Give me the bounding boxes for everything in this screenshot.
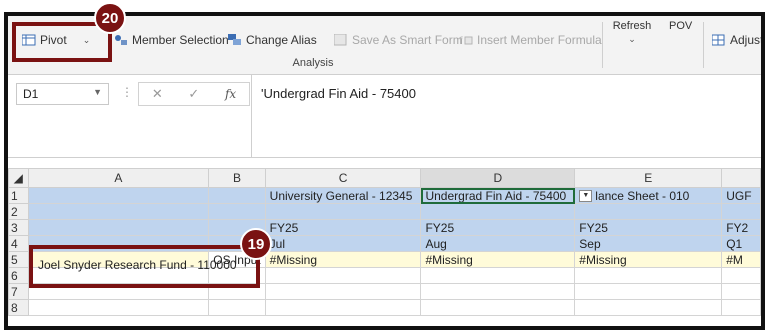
cell[interactable] [420,267,576,284]
cell[interactable]: #Missing [264,251,422,268]
row-header[interactable]: 2 [8,203,29,220]
formula-icon: f [459,34,473,47]
change-alias-button[interactable]: Change Alias [228,30,317,50]
cell[interactable]: #Missing [420,251,576,268]
callout-badge-20: 20 [94,2,126,34]
cell[interactable]: UGF [721,187,761,204]
name-box-value: D1 [23,87,39,101]
cell[interactable] [721,299,761,316]
cell[interactable]: #M [721,251,761,268]
cell[interactable]: FY25 [264,219,422,236]
member-selection-label: Member Selection [132,33,229,47]
cell[interactable]: Sep [574,235,723,252]
cell[interactable]: Aug [420,235,576,252]
name-box[interactable]: D1 ▼ [16,83,109,105]
column-header[interactable]: B [208,168,266,188]
table-row: 3 FY25 FY25 FY25 FY2 [8,219,761,236]
formula-buttons: ✕ ✓ fx [138,82,250,106]
row-header[interactable]: 7 [8,283,29,300]
refresh-label: Refresh [612,20,652,32]
cell[interactable] [27,219,210,236]
table-row: 8 [8,299,761,316]
member-selection-icon [114,34,128,46]
cell[interactable]: #Missing [574,251,723,268]
adjust-label: Adjust [730,33,764,47]
ribbon-divider [703,22,704,68]
cell[interactable] [208,203,266,220]
chevron-down-icon: ▼ [93,87,102,97]
cell[interactable] [27,299,210,316]
check-icon[interactable]: ✓ [188,86,199,102]
cell[interactable] [420,203,576,220]
cell[interactable] [574,203,723,220]
table-row: 1 University General - 12345 Undergrad F… [8,187,761,204]
formula-bar: D1 ▼ ⋮ ✕ ✓ fx 'Undergrad Fin Aid - 75400 [8,75,761,158]
cell[interactable] [721,203,761,220]
insert-member-formula-button[interactable]: f Insert Member Formula [459,30,602,50]
adjust-button[interactable]: Adjust [711,30,764,50]
column-header[interactable]: D [420,168,576,188]
refresh-button[interactable]: Refresh ⌄ [612,20,652,45]
cell[interactable] [420,299,576,316]
callout-badge-19: 19 [240,228,272,260]
table-row: 2 [8,203,761,220]
column-header[interactable]: C [264,168,422,188]
row-header[interactable]: 3 [8,219,29,236]
formula-input[interactable]: 'Undergrad Fin Aid - 75400 [261,86,416,101]
change-alias-icon [228,34,242,46]
formula-divider [251,75,252,157]
cell[interactable] [574,299,723,316]
fx-icon[interactable]: fx [225,87,236,101]
column-header[interactable]: A [27,168,210,188]
chevron-down-icon: ⌄ [628,34,636,44]
row-header[interactable]: 6 [8,267,29,284]
cell[interactable]: FY2 [721,219,761,236]
cell-text: lance Sheet - 010 [595,188,690,203]
cell[interactable]: Jul [264,235,422,252]
spreadsheet-grid: ◢ A B C D E 1 University General - 12345… [8,168,761,316]
cell[interactable]: University General - 12345 [264,187,422,204]
svg-text:f: f [459,36,463,46]
cell[interactable] [264,267,422,284]
save-as-smart-form-label: Save As Smart Form [352,33,463,47]
cell[interactable] [27,187,210,204]
cell[interactable]: Q1 [721,235,761,252]
cell[interactable] [27,203,210,220]
smart-form-icon [333,33,348,46]
analysis-group-label: Analysis [292,57,334,69]
cell[interactable] [264,299,422,316]
cell-selected[interactable]: Undergrad Fin Aid - 75400 [420,187,576,204]
adjust-icon [711,34,726,46]
pov-button[interactable]: POV [669,20,692,32]
change-alias-label: Change Alias [246,33,317,47]
column-header-row: ◢ A B C D E [8,168,761,188]
row-header[interactable]: 5 [8,251,29,268]
save-as-smart-form-button[interactable]: Save As Smart Form [333,30,463,50]
more-icon: ⋮ [121,85,133,99]
row-header[interactable]: 8 [8,299,29,316]
cell[interactable] [574,267,723,284]
select-all-corner[interactable]: ◢ [8,168,29,188]
cell[interactable] [264,283,422,300]
cell[interactable] [721,283,761,300]
cell[interactable]: FY25 [574,219,723,236]
ribbon-divider [602,22,603,68]
cell[interactable] [574,283,723,300]
cell[interactable] [208,299,266,316]
row-header[interactable]: 4 [8,235,29,252]
member-selection-button[interactable]: Member Selection [114,30,229,50]
cell[interactable] [208,187,266,204]
cell[interactable]: FY25 [420,219,576,236]
callout-box-fund [29,245,260,288]
row-header[interactable]: 1 [8,187,29,204]
cell[interactable] [420,283,576,300]
cancel-icon[interactable]: ✕ [152,86,163,102]
filter-dropdown-icon[interactable]: ▼ [579,190,593,203]
column-header[interactable]: E [574,168,723,188]
cell[interactable]: ▼ lance Sheet - 010 [574,187,723,204]
column-header[interactable] [721,168,761,188]
insert-member-formula-label: Insert Member Formula [477,33,602,47]
cell[interactable] [264,203,422,220]
cell[interactable] [721,267,761,284]
